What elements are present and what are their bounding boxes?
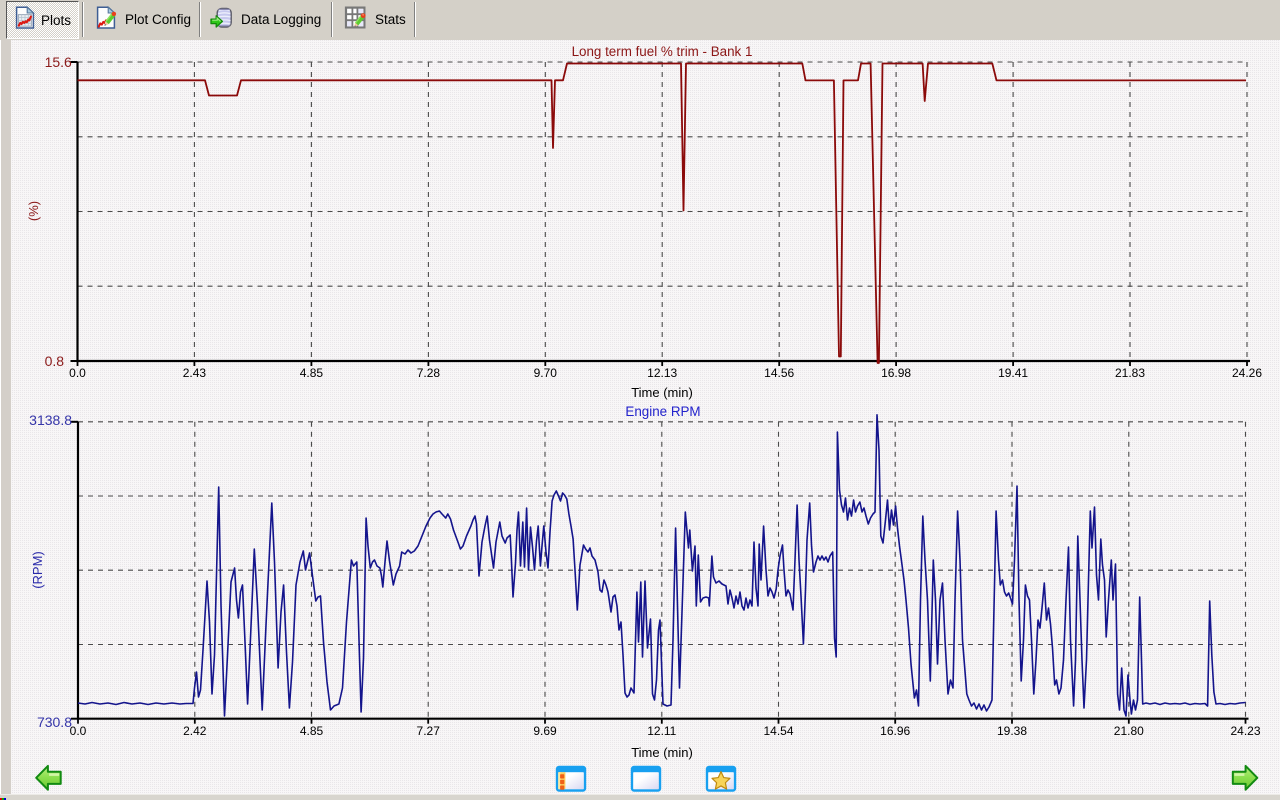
svg-text:0.0: 0.0: [70, 724, 87, 738]
svg-text:12.11: 12.11: [647, 724, 676, 738]
svg-text:21.80: 21.80: [1114, 724, 1144, 738]
svg-text:Long term fuel % trim - Bank 1: Long term fuel % trim - Bank 1: [572, 44, 753, 59]
svg-text:19.41: 19.41: [998, 366, 1028, 380]
svg-text:16.98: 16.98: [881, 366, 911, 380]
svg-text:24.23: 24.23: [1230, 724, 1260, 738]
svg-text:730.8: 730.8: [37, 714, 72, 730]
svg-text:(RPM): (RPM): [30, 551, 45, 589]
svg-text:(%): (%): [26, 201, 41, 221]
svg-text:Engine RPM: Engine RPM: [625, 404, 700, 419]
svg-text:9.69: 9.69: [533, 724, 557, 738]
svg-text:14.54: 14.54: [763, 724, 793, 738]
svg-text:12.13: 12.13: [647, 366, 677, 380]
svg-text:19.38: 19.38: [997, 724, 1027, 738]
svg-text:0.0: 0.0: [69, 366, 86, 380]
svg-text:3138.8: 3138.8: [29, 412, 72, 428]
svg-text:2.43: 2.43: [183, 366, 207, 380]
svg-text:7.28: 7.28: [417, 366, 441, 380]
svg-text:15.6: 15.6: [45, 54, 72, 70]
svg-text:4.85: 4.85: [300, 366, 324, 380]
svg-text:7.27: 7.27: [417, 724, 441, 738]
svg-text:16.96: 16.96: [880, 724, 910, 738]
svg-text:21.83: 21.83: [1115, 366, 1145, 380]
svg-text:2.42: 2.42: [183, 724, 207, 738]
svg-text:Time (min): Time (min): [631, 745, 693, 760]
svg-text:0.8: 0.8: [45, 353, 65, 369]
svg-text:24.26: 24.26: [1232, 366, 1262, 380]
svg-text:9.70: 9.70: [534, 366, 558, 380]
svg-text:14.56: 14.56: [764, 366, 794, 380]
svg-text:4.85: 4.85: [300, 724, 324, 738]
svg-text:Time (min): Time (min): [631, 385, 693, 400]
